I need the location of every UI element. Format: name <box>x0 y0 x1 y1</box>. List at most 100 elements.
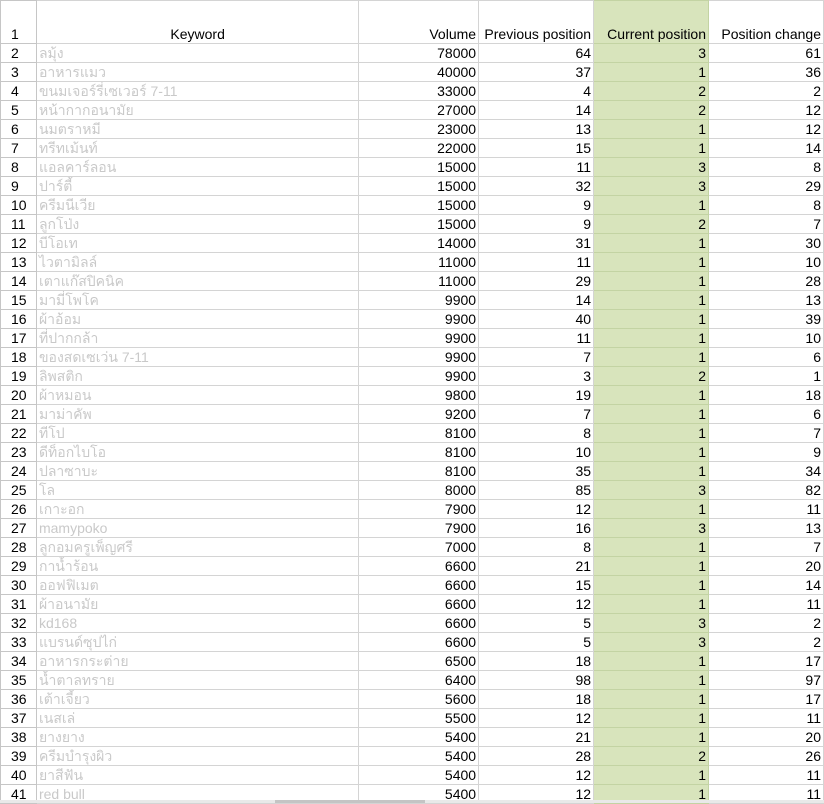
row-header[interactable]: 36 <box>0 689 37 709</box>
previous-position-cell[interactable]: 8 <box>478 423 595 443</box>
row-header[interactable]: 33 <box>0 632 37 652</box>
previous-position-cell[interactable]: 14 <box>478 290 595 310</box>
previous-position-cell[interactable]: 5 <box>478 632 595 652</box>
volume-cell[interactable]: 5500 <box>358 708 480 728</box>
volume-cell[interactable]: 9900 <box>358 309 480 329</box>
position-change-cell[interactable]: 30 <box>708 233 824 253</box>
previous-position-cell[interactable]: 31 <box>478 233 595 253</box>
keyword-cell[interactable]: แบรนด์ซุปไก่ <box>35 632 360 652</box>
previous-position-cell[interactable]: 35 <box>478 461 595 481</box>
keyword-cell[interactable]: ออฟฟิเมต <box>35 575 360 595</box>
keyword-cell[interactable]: แอลคาร์ลอน <box>35 157 360 177</box>
keyword-cell[interactable]: ผ้าหมอน <box>35 385 360 405</box>
row-header[interactable]: 14 <box>0 271 37 291</box>
position-change-cell[interactable]: 11 <box>708 594 824 614</box>
position-change-cell[interactable]: 1 <box>708 366 824 386</box>
current-position-cell[interactable]: 3 <box>593 613 709 633</box>
volume-cell[interactable]: 40000 <box>358 62 480 82</box>
row-header[interactable]: 8 <box>0 157 37 177</box>
current-position-cell[interactable]: 2 <box>593 746 709 766</box>
keyword-cell[interactable]: ยาสีฟัน <box>35 765 360 785</box>
volume-cell[interactable]: 6600 <box>358 613 480 633</box>
current-position-cell[interactable]: 1 <box>593 594 709 614</box>
current-position-cell[interactable]: 1 <box>593 689 709 709</box>
position-change-cell[interactable]: 11 <box>708 765 824 785</box>
keyword-cell[interactable]: ผ้าอ้อม <box>35 309 360 329</box>
previous-position-cell[interactable]: 37 <box>478 62 595 82</box>
row-header[interactable]: 19 <box>0 366 37 386</box>
current-position-cell[interactable]: 3 <box>593 480 709 500</box>
current-position-cell[interactable]: 1 <box>593 442 709 462</box>
current-position-cell[interactable]: 3 <box>593 176 709 196</box>
position-change-cell[interactable]: 12 <box>708 119 824 139</box>
position-change-cell[interactable]: 28 <box>708 271 824 291</box>
row-header[interactable]: 7 <box>0 138 37 158</box>
volume-cell[interactable]: 9900 <box>358 366 480 386</box>
volume-cell[interactable]: 9800 <box>358 385 480 405</box>
previous-position-cell[interactable]: 8 <box>478 537 595 557</box>
position-change-cell[interactable]: 13 <box>708 518 824 538</box>
volume-cell[interactable]: 5400 <box>358 746 480 766</box>
keyword-cell[interactable]: โล <box>35 480 360 500</box>
row-header[interactable]: 5 <box>0 100 37 120</box>
previous-position-cell[interactable]: 18 <box>478 651 595 671</box>
keyword-cell[interactable]: หน้ากากอนามัย <box>35 100 360 120</box>
volume-cell[interactable]: 8100 <box>358 423 480 443</box>
keyword-cell[interactable]: นมตราหมี <box>35 119 360 139</box>
previous-position-cell[interactable]: 4 <box>478 81 595 101</box>
volume-cell[interactable]: 11000 <box>358 271 480 291</box>
volume-cell[interactable]: 15000 <box>358 214 480 234</box>
row-header[interactable]: 40 <box>0 765 37 785</box>
row-header[interactable]: 10 <box>0 195 37 215</box>
current-position-cell[interactable]: 1 <box>593 727 709 747</box>
volume-cell[interactable]: 7900 <box>358 499 480 519</box>
previous-position-cell[interactable]: 21 <box>478 556 595 576</box>
previous-position-cell[interactable]: 85 <box>478 480 595 500</box>
position-change-cell[interactable]: 14 <box>708 138 824 158</box>
previous-position-cell[interactable]: 11 <box>478 157 595 177</box>
previous-position-cell[interactable]: 40 <box>478 309 595 329</box>
current-position-cell[interactable]: 3 <box>593 157 709 177</box>
volume-cell[interactable]: 8100 <box>358 442 480 462</box>
position-change-cell[interactable]: 39 <box>708 309 824 329</box>
previous-position-cell[interactable]: 12 <box>478 594 595 614</box>
current-position-cell[interactable]: 1 <box>593 404 709 424</box>
keyword-cell[interactable]: ลูกโป่ง <box>35 214 360 234</box>
keyword-cell[interactable]: เนสเล่ <box>35 708 360 728</box>
previous-position-cell[interactable]: 12 <box>478 499 595 519</box>
row-header[interactable]: 39 <box>0 746 37 766</box>
position-change-cell[interactable]: 11 <box>708 708 824 728</box>
row-header[interactable]: 31 <box>0 594 37 614</box>
previous-position-cell[interactable]: 19 <box>478 385 595 405</box>
row-header[interactable]: 13 <box>0 252 37 272</box>
current-position-cell[interactable]: 1 <box>593 651 709 671</box>
position-change-cell[interactable]: 9 <box>708 442 824 462</box>
current-position-cell[interactable]: 1 <box>593 385 709 405</box>
keyword-cell[interactable]: ลูกอมครูเพ็ญศรี <box>35 537 360 557</box>
previous-position-cell[interactable]: 9 <box>478 214 595 234</box>
row-header[interactable]: 26 <box>0 499 37 519</box>
position-change-header-cell[interactable]: Position change <box>708 0 824 44</box>
row-header[interactable]: 9 <box>0 176 37 196</box>
previous-position-cell[interactable]: 28 <box>478 746 595 766</box>
position-change-cell[interactable]: 6 <box>708 347 824 367</box>
row-header[interactable]: 35 <box>0 670 37 690</box>
volume-cell[interactable]: 6600 <box>358 632 480 652</box>
row-header[interactable]: 25 <box>0 480 37 500</box>
row-header[interactable]: 22 <box>0 423 37 443</box>
position-change-cell[interactable]: 97 <box>708 670 824 690</box>
row-header[interactable]: 32 <box>0 613 37 633</box>
keyword-cell[interactable]: ไวตามิลล์ <box>35 252 360 272</box>
current-position-cell[interactable]: 1 <box>593 271 709 291</box>
previous-position-cell[interactable]: 18 <box>478 689 595 709</box>
row-header[interactable]: 15 <box>0 290 37 310</box>
row-header[interactable]: 34 <box>0 651 37 671</box>
row-header[interactable]: 6 <box>0 119 37 139</box>
row-header[interactable]: 23 <box>0 442 37 462</box>
volume-cell[interactable]: 14000 <box>358 233 480 253</box>
row-header[interactable]: 38 <box>0 727 37 747</box>
position-change-cell[interactable]: 36 <box>708 62 824 82</box>
volume-cell[interactable]: 9200 <box>358 404 480 424</box>
current-position-cell[interactable]: 1 <box>593 499 709 519</box>
position-change-cell[interactable]: 2 <box>708 632 824 652</box>
